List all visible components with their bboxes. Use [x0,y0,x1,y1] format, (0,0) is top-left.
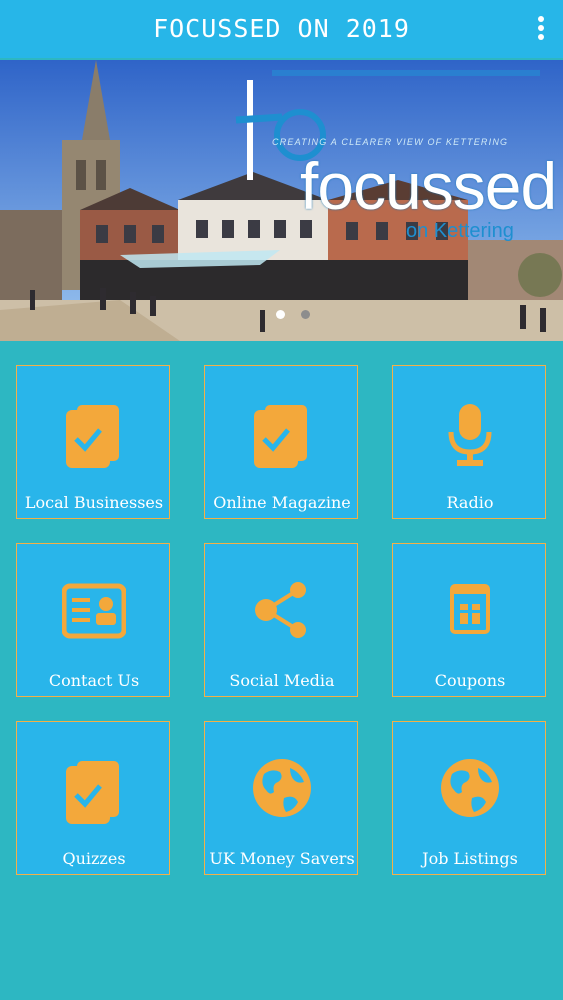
checklist-icon [205,402,359,472]
tile-job-listings[interactable]: Job Listings [392,721,546,875]
tile-label: Job Listings [422,849,518,868]
tile-label: Social Media [229,671,335,690]
gift-book-icon [393,580,547,650]
tile-label: Quizzes [62,849,126,868]
tile-local-businesses[interactable]: Local Businesses [16,365,170,519]
checklist-icon [17,758,171,828]
banner-carousel[interactable]: CREATING A CLEARER VIEW OF KETTERING foc… [0,60,563,341]
checklist-icon [17,402,171,472]
tile-uk-money-savers[interactable]: UK Money Savers [204,721,358,875]
tile-contact-us[interactable]: Contact Us [16,543,170,697]
carousel-dot[interactable] [301,310,310,319]
logo-wordmark: focussed [300,149,557,223]
tile-radio[interactable]: Radio [392,365,546,519]
app-title: FOCUSSED ON 2019 [153,14,410,43]
globe-icon [205,758,359,828]
logo-subtitle: on Kettering [406,220,514,242]
tile-label: Local Businesses [24,493,164,512]
more-vert-icon[interactable] [533,14,549,44]
tile-quizzes[interactable]: Quizzes [16,721,170,875]
app-bar: FOCUSSED ON 2019 [0,0,563,58]
carousel-dot-active[interactable] [276,310,285,319]
tile-label: Online Magazine [213,493,351,512]
tile-label: Radio [446,493,494,512]
globe-icon [393,758,547,828]
tile-label: Contact Us [48,671,140,690]
tile-coupons[interactable]: Coupons [392,543,546,697]
tile-social-media[interactable]: Social Media [204,543,358,697]
tile-online-magazine[interactable]: Online Magazine [204,365,358,519]
tile-label: UK Money Savers [209,849,355,868]
contact-card-icon [17,580,171,650]
share-icon [205,580,359,650]
microphone-icon [393,402,547,472]
logo-tagline: CREATING A CLEARER VIEW OF KETTERING [272,137,509,147]
tile-label: Coupons [434,671,506,690]
